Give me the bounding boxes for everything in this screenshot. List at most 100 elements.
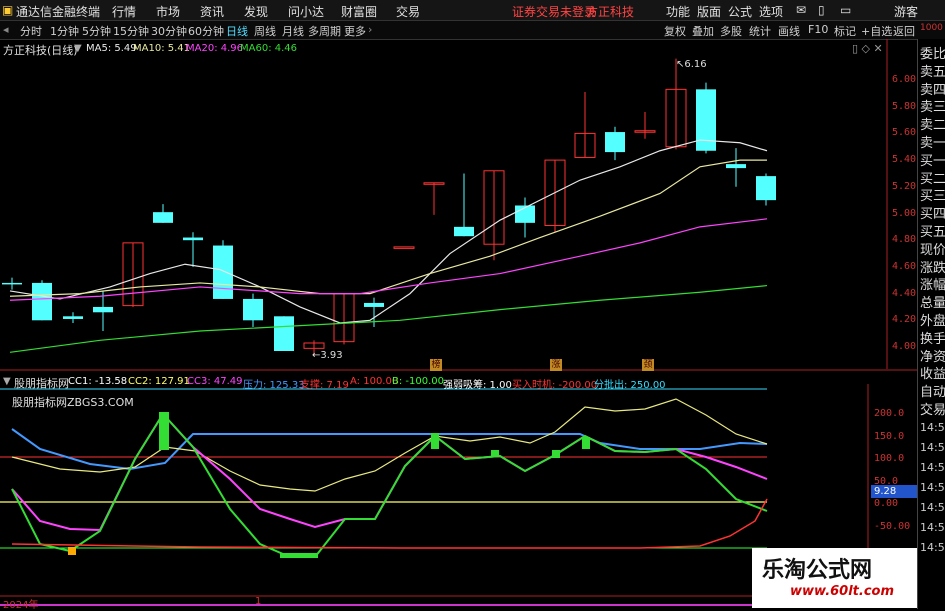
sidebar-item[interactable]: 换手 <box>920 328 945 347</box>
tool-fanhui[interactable]: 返回 <box>893 23 915 39</box>
period-5min[interactable]: 5分钟 <box>82 23 111 39</box>
collapse-icon[interactable]: ◂ <box>3 23 9 36</box>
message-icon[interactable]: ✉ <box>796 3 806 17</box>
main-chart <box>2 58 776 357</box>
param-cc3: CC3: 47.49 <box>187 376 243 387</box>
menu-caifuquan[interactable]: 财富圈 <box>341 3 377 20</box>
tool-diejia[interactable]: 叠加 <box>692 23 714 39</box>
period-monthly[interactable]: 月线 <box>282 23 304 39</box>
indicator-tick: -50.00 <box>874 520 911 532</box>
indicator-tick: 100.0 <box>874 453 905 464</box>
price-tick: 5.60 <box>892 127 917 139</box>
period-weekly[interactable]: 周线 <box>254 23 276 39</box>
candle-body <box>454 226 474 237</box>
menu-hangqing[interactable]: 行情 <box>112 3 136 20</box>
sidebar-time: 14:56 <box>920 461 945 474</box>
menu-jiaoyi[interactable]: 交易 <box>396 3 420 20</box>
line-cc1 <box>11 412 768 558</box>
candle-body <box>2 282 22 285</box>
indicator-name[interactable]: 股朋指标网 <box>14 375 69 391</box>
sidebar-item[interactable]: 净资 <box>920 346 945 365</box>
sidebar-item[interactable]: 委比 <box>920 43 945 62</box>
candle-body <box>393 246 415 249</box>
window-icon[interactable]: ▭ <box>840 3 851 17</box>
menu-bar: ▣ 通达信金融终端 行情 市场 资讯 发现 问小达 财富圈 交易 证券交易未登录… <box>0 0 945 21</box>
price-tick: 6.00 <box>892 74 917 85</box>
menu-banmian[interactable]: 版面 <box>697 3 721 20</box>
candle-body <box>605 132 625 153</box>
sidebar-item[interactable]: 卖四 <box>920 79 945 98</box>
sidebar-item[interactable]: 买三 <box>920 185 945 204</box>
sidebar-item[interactable]: 涨幅 <box>920 274 945 293</box>
sidebar-item[interactable]: 买四 <box>920 203 945 222</box>
sidebar-item[interactable]: 现价 <box>920 239 945 258</box>
param-qiangruo: 强弱吸筹: 1.00 <box>443 380 512 391</box>
right-sidebar: 1000 委比 卖五 卖四 卖三 卖二 卖一 买一 买二 买三 买四 买五 现价 涨跌 涨幅 总量 外盘 换手 净资… <box>917 23 945 609</box>
sidebar-header: 1000 <box>920 23 943 33</box>
phone-icon[interactable]: ▯ <box>818 3 825 17</box>
sidebar-item[interactable]: 买二 <box>920 168 945 187</box>
watermark-url: www.60lt.com <box>790 584 895 599</box>
month-marker: 1 <box>255 596 262 607</box>
cursor-value-badge: 9.28 <box>871 485 920 498</box>
menu-shichang[interactable]: 市场 <box>156 3 180 20</box>
tool-zixuan[interactable]: +自选 <box>861 23 892 39</box>
sidebar-item[interactable]: 外盘 <box>920 310 945 329</box>
sidebar-item[interactable]: 卖三 <box>920 96 945 115</box>
param-mairu: 买入时机: -200.00 <box>512 380 598 391</box>
signal-bar <box>431 433 439 449</box>
menu-gongneng[interactable]: 功能 <box>666 3 690 20</box>
tool-fuquan[interactable]: 复权 <box>664 23 686 39</box>
sidebar-item[interactable]: 交易 <box>920 399 945 418</box>
sidebar-item[interactable]: 买一 <box>920 150 945 169</box>
menu-gongshi[interactable]: 公式 <box>728 3 752 20</box>
period-1min[interactable]: 1分钟 <box>50 23 79 39</box>
ma60-line <box>9 284 768 353</box>
indicator-tick: 150.0 <box>874 430 905 442</box>
user-label[interactable]: 游客 <box>894 3 918 20</box>
sidebar-time: 14:56 <box>920 481 945 494</box>
chart-area <box>0 39 917 606</box>
sidebar-item[interactable]: 自动 <box>920 381 945 400</box>
sidebar-time: 14:56 <box>920 521 945 534</box>
sidebar-item[interactable]: 总量 <box>920 292 945 311</box>
sidebar-time: 14:56 <box>920 501 945 514</box>
signal-marker-bang: 榜 <box>430 359 442 371</box>
period-60min[interactable]: 60分钟 <box>188 23 224 39</box>
indicator-chart <box>0 388 768 558</box>
tool-huaxian[interactable]: 画线 <box>778 23 800 39</box>
period-more[interactable]: 更多 <box>344 23 366 39</box>
period-fenshi[interactable]: 分时 <box>20 23 42 39</box>
period-30min[interactable]: 30分钟 <box>151 23 187 39</box>
signal-bar <box>552 450 560 458</box>
sidebar-item[interactable]: 涨跌 <box>920 257 945 276</box>
price-tick: 4.00 <box>892 341 917 352</box>
candle-body <box>213 245 233 299</box>
candle-body <box>153 212 173 223</box>
tool-tongji[interactable]: 统计 <box>749 23 771 39</box>
period-15min[interactable]: 15分钟 <box>113 23 149 39</box>
menu-wenxiaoda[interactable]: 问小达 <box>288 3 324 20</box>
price-tick: 5.40 <box>892 154 917 166</box>
menu-zixun[interactable]: 资讯 <box>200 3 224 20</box>
sidebar-item[interactable]: 买五 <box>920 221 945 240</box>
tool-duogu[interactable]: 多股 <box>720 23 742 39</box>
sidebar-item[interactable]: 卖五 <box>920 61 945 80</box>
indicator-dropdown-icon[interactable]: ▼ <box>3 376 11 387</box>
sidebar-item[interactable]: 卖二 <box>920 114 945 133</box>
tool-f10[interactable]: F10 <box>808 23 828 36</box>
menu-faxian[interactable]: 发现 <box>244 3 268 20</box>
tool-biaoji[interactable]: 标记 <box>834 23 856 39</box>
low-price-label: ←3.93 <box>312 350 343 361</box>
more-chevron-icon[interactable]: › <box>368 23 372 36</box>
price-tick: 4.20 <box>892 314 917 326</box>
signal-bar <box>159 412 169 450</box>
sidebar-item[interactable]: 卖一 <box>920 132 945 151</box>
sidebar-item[interactable]: 收益 <box>920 363 945 382</box>
period-daily[interactable]: 日线 <box>226 23 248 39</box>
candle-body <box>756 176 776 201</box>
menu-xuanxiang[interactable]: 选项 <box>759 3 783 20</box>
trade-login-notice[interactable]: 证券交易未登录 <box>512 3 596 20</box>
period-multi[interactable]: 多周期 <box>308 23 341 39</box>
param-yali: 压力: 125.33 <box>243 380 305 391</box>
